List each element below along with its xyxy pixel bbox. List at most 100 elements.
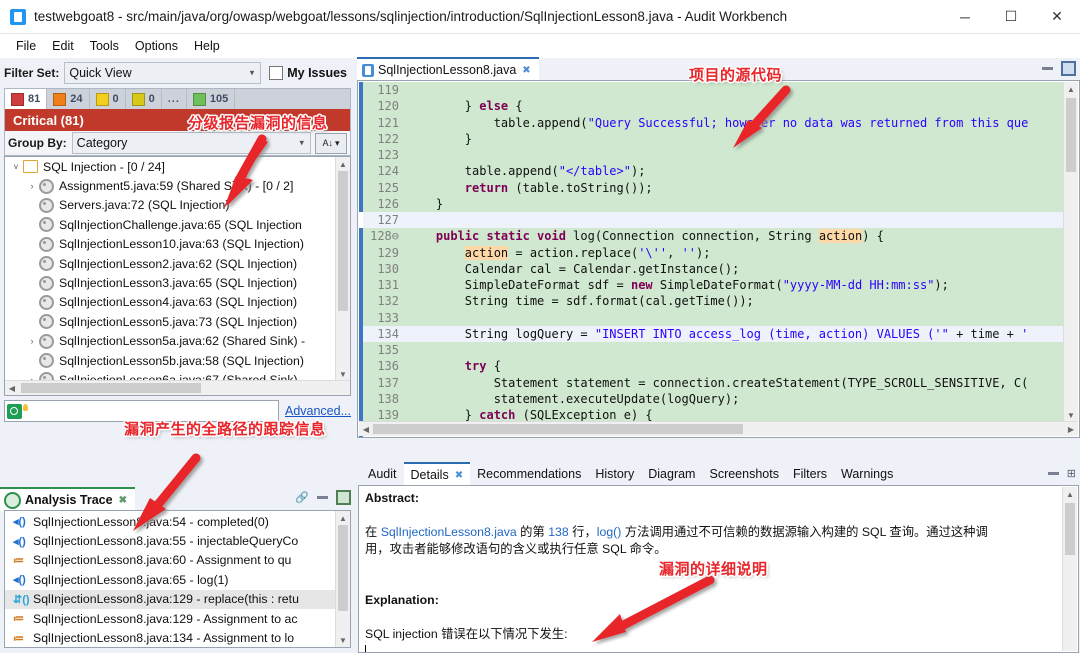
severity-tab-4[interactable]: ... [161,89,187,109]
filter-set-dropdown[interactable]: Quick View ▾ [64,62,262,84]
scroll-up-icon[interactable]: ▲ [1064,82,1078,96]
severity-tab-2[interactable]: 0 [89,89,126,109]
tab-recommendations[interactable]: Recommendations [470,463,588,485]
scroll-left-icon[interactable]: ◀ [5,384,19,393]
issue-tree-hscrollbar[interactable]: ◀ [5,380,350,395]
line-number: 128⊖ [370,229,399,244]
issue-tree-row[interactable]: SqlInjectionLesson5.java:73 (SQL Injecti… [5,312,336,331]
issue-icon [39,294,54,310]
trace-row[interactable]: ≔ SqlInjectionLesson8.java:129 - Assignme… [5,609,336,628]
minimize-panel-icon[interactable] [1042,67,1053,70]
trace-label: SqlInjectionLesson8.java:60 - Assignment… [33,553,292,568]
analysis-trace-list[interactable]: ◂() SqlInjectionLesson8.java:54 - complet… [4,510,351,648]
scroll-thumb[interactable] [338,171,348,311]
tab-audit[interactable]: Audit [361,463,404,485]
trace-row[interactable]: ⇵() SqlInjectionLesson8.java:129 - replac… [5,589,336,609]
scroll-up-icon[interactable]: ▲ [336,511,350,525]
group-by-dropdown[interactable]: Category ▾ [71,132,311,154]
trace-row[interactable]: ◂() SqlInjectionLesson8.java:54 - complet… [5,512,336,531]
severity-tab-1[interactable]: 24 [47,89,90,109]
tab-details[interactable]: Details ✖ [403,462,471,486]
trace-row[interactable]: ≔ SqlInjectionLesson8.java:134 - Assignme… [5,628,336,647]
issue-tree-row[interactable]: ˅ SQL Injection - [0 / 24] [5,157,336,176]
trace-row[interactable]: ◂() SqlInjectionLesson8.java:55 - injecta… [5,531,336,550]
maximize-panel-icon[interactable] [1061,61,1076,76]
scroll-thumb[interactable] [338,525,348,611]
severity-tab-0[interactable]: 81 [5,89,48,109]
scroll-thumb[interactable] [1065,503,1075,555]
abstract-file-link[interactable]: SqlInjectionLesson8.java [381,525,517,539]
menu-file[interactable]: File [8,37,44,55]
caret-down-icon: ▾ [334,137,340,148]
expand-chevron-icon[interactable]: › [25,336,39,346]
sort-button[interactable]: A↓ ▾ [315,132,347,154]
abstract-method-link[interactable]: log() [597,525,622,539]
issue-tree[interactable]: ˅ SQL Injection - [0 / 24] › Assignment5.ja… [4,156,351,396]
code-text: table.append("</table>"); [407,164,646,179]
code-hscrollbar[interactable]: ◀ ▶ [359,421,1078,436]
expand-chevron-icon[interactable]: › [25,181,39,191]
search-input[interactable] [28,403,278,419]
scroll-down-icon[interactable]: ▼ [336,367,350,381]
scroll-up-icon[interactable]: ▲ [336,157,350,171]
issue-tree-row[interactable]: SqlInjectionLesson3.java:65 (SQL Injecti… [5,273,336,292]
close-button[interactable]: ✕ [1034,0,1080,33]
source-editor-panel: SqlInjectionLesson8.java ✖ 119 120 } else… [357,57,1080,458]
menu-help[interactable]: Help [186,37,228,55]
scroll-right-icon[interactable]: ▶ [1064,425,1078,434]
issue-tree-row[interactable]: SqlInjectionLesson5b.java:58 (SQL Inject… [5,351,336,370]
issue-tree-row[interactable]: › SqlInjectionLesson5a.java:62 (Shared Si… [5,332,336,351]
detail-desc-annotation: 漏洞的详细说明 [659,561,768,578]
advanced-search-link[interactable]: Advanced... [285,404,351,418]
code-viewer[interactable]: 119 120 } else {121 table.append("Query S… [357,80,1080,438]
scroll-up-icon[interactable]: ▲ [1063,487,1077,501]
issue-tree-row[interactable]: SqlInjectionLesson2.java:62 (SQL Injecti… [5,254,336,273]
issue-tree-row[interactable]: Servers.java:72 (SQL Injection) [5,196,336,215]
issue-tree-row[interactable]: › Assignment5.java:59 (Shared Sink) - [0 … [5,176,336,195]
details-vscrollbar[interactable]: ▲ [1062,487,1077,651]
trace-vscrollbar[interactable]: ▲ ▼ [335,511,350,647]
scroll-thumb-h[interactable] [21,383,201,393]
tab-screenshots[interactable]: Screenshots [702,463,785,485]
trace-row[interactable]: ◂() SqlInjectionLesson8.java:65 - log(1) [5,570,336,589]
maximize-button[interactable]: ☐ [988,0,1034,33]
trace-row[interactable]: ≔ SqlInjectionLesson8.java:60 - Assignmen… [5,551,336,570]
scroll-thumb-h[interactable] [373,424,743,434]
issue-tree-row[interactable]: SqlInjectionLesson10.java:63 (SQL Inject… [5,235,336,254]
restore-panel-icon[interactable]: ⊞ [1067,467,1076,480]
link-views-icon[interactable]: 🔗 [295,491,309,504]
my-issues-toggle[interactable]: My Issues [269,66,347,80]
expand-chevron-icon[interactable]: ˅ [9,162,23,172]
issue-label: SqlInjectionChallenge.java:65 (SQL Injec… [59,217,302,232]
close-icon[interactable]: ✖ [522,65,530,76]
tab-history[interactable]: History [588,463,641,485]
minimize-button[interactable]: ─ [942,0,988,33]
scroll-down-icon[interactable]: ▼ [336,633,350,647]
menu-tools[interactable]: Tools [82,37,127,55]
minimize-panel-icon[interactable] [317,496,328,499]
menu-edit[interactable]: Edit [44,37,82,55]
tab-sqlinjectionlesson8-java[interactable]: SqlInjectionLesson8.java ✖ [357,57,539,81]
scroll-down-icon[interactable]: ▼ [1064,408,1078,422]
issue-tree-row[interactable]: SqlInjectionLesson4.java:63 (SQL Injecti… [5,293,336,312]
close-icon[interactable]: ✖ [455,470,463,481]
close-icon[interactable]: ✖ [119,495,127,506]
code-vscrollbar[interactable]: ▲ ▼ [1063,82,1078,422]
tab-warnings[interactable]: Warnings [834,463,900,485]
trace-label: SqlInjectionLesson8.java:134 - Assignmen… [33,631,295,646]
severity-tab-5[interactable]: 105 [186,89,236,109]
tab-filters[interactable]: Filters [786,463,834,485]
minimize-panel-icon[interactable] [1047,472,1059,475]
code-line: 133 [363,309,1064,326]
issue-tree-row[interactable]: SqlInjectionChallenge.java:65 (SQL Injec… [5,215,336,234]
scroll-left-icon[interactable]: ◀ [359,425,373,434]
maximize-panel-icon[interactable] [336,490,351,505]
scroll-thumb[interactable] [1066,98,1076,172]
issue-tree-vscrollbar[interactable]: ▲ ▼ [335,157,350,381]
severity-color-swatch [95,92,109,106]
severity-tab-3[interactable]: 0 [125,89,162,109]
tab-analysis-trace[interactable]: Analysis Trace ✖ [0,487,135,511]
tab-diagram[interactable]: Diagram [641,463,702,485]
my-issues-checkbox[interactable] [269,66,284,80]
menu-options[interactable]: Options [127,37,186,55]
